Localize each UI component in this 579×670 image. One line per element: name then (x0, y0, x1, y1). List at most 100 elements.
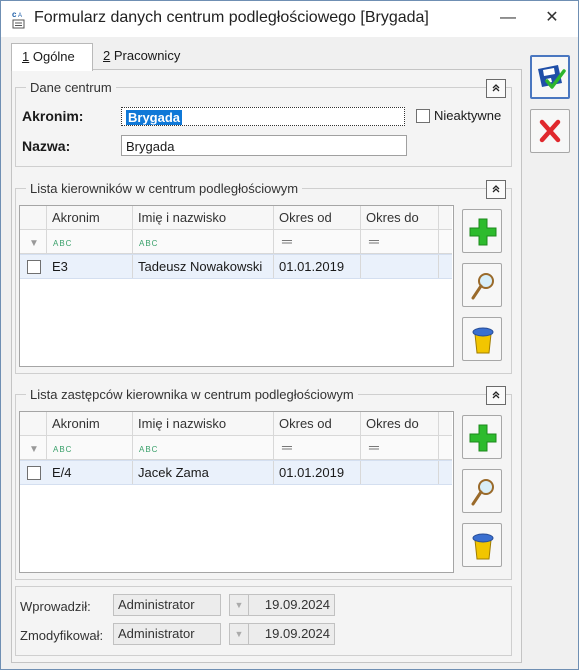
kierownicy-grid: Akronim Imię i nazwisko Okres od Okres d… (19, 205, 454, 367)
magnifier-icon (471, 273, 494, 300)
double-chevron-up-icon (492, 185, 500, 193)
close-icon[interactable]: ✕ (540, 7, 564, 29)
zmodyfikowal-label: Zmodyfikował: (20, 628, 104, 643)
tab-content-ogolne: Dane centrum Akronim: Brygada Nieaktywne… (11, 69, 522, 663)
cancel-button[interactable] (530, 109, 570, 153)
double-chevron-up-icon (492, 84, 500, 92)
filter-funnel-icon[interactable]: ▼ (20, 436, 47, 459)
equals-filter-icon: ═ (282, 233, 292, 249)
filter-okres-od[interactable]: ═ (274, 436, 361, 459)
filter-imie[interactable]: ABC (133, 230, 274, 253)
trash-icon (472, 327, 494, 354)
group-kierownicy-title: Lista kierowników w centrum podległościo… (26, 181, 303, 196)
cell-okres-od: 01.01.2019 (274, 461, 361, 484)
nieaktywne-label: Nieaktywne (434, 108, 502, 123)
nazwa-label: Nazwa: (22, 138, 71, 154)
add-kierownik-button[interactable] (462, 209, 502, 253)
header-scroll-corner (438, 412, 452, 435)
wprowadzil-label: Wprowadził: (20, 599, 91, 614)
cell-okres-od: 01.01.2019 (274, 255, 361, 278)
header-imie[interactable]: Imię i nazwisko (133, 412, 274, 435)
group-audit: Wprowadził: Administrator ▼ 19.09.2024 Z… (15, 586, 512, 656)
header-select-cell (20, 412, 47, 435)
kierownicy-filter-row: ▼ ABC ABC ═ ═ (20, 230, 452, 254)
group-dane-centrum-title: Dane centrum (26, 80, 116, 95)
header-okres-od[interactable]: Okres od (274, 206, 361, 229)
abc-filter-icon: ABC (53, 445, 73, 454)
filter-okres-do[interactable]: ═ (361, 436, 439, 459)
tab-pracownicy[interactable]: 2 Pracownicy (93, 43, 190, 69)
collapse-dane-centrum-button[interactable] (486, 79, 506, 98)
add-zastepca-button[interactable] (462, 415, 502, 459)
cell-okres-do (361, 255, 439, 278)
save-icon (538, 65, 566, 89)
wprowadzil-user: Administrator (113, 594, 221, 616)
header-okres-od[interactable]: Okres od (274, 412, 361, 435)
filter-okres-do[interactable]: ═ (361, 230, 439, 253)
row-checkbox[interactable] (27, 260, 41, 274)
form-window: c A Formularz danych centrum podległości… (0, 0, 579, 670)
header-okres-do[interactable]: Okres do (361, 412, 439, 435)
row-checkbox[interactable] (27, 466, 41, 480)
tab-ogolne[interactable]: 1 Ogólne (11, 43, 93, 71)
cell-imie: Tadeusz Nowakowski (133, 255, 274, 278)
table-row[interactable]: E/4 Jacek Zama 01.01.2019 (20, 460, 452, 485)
title-bar: c A Formularz danych centrum podległości… (1, 1, 578, 37)
cell-akronim: E3 (47, 255, 133, 278)
wprowadzil-date: ▼ 19.09.2024 (229, 594, 335, 616)
header-imie[interactable]: Imię i nazwisko (133, 206, 274, 229)
filter-imie[interactable]: ABC (133, 436, 274, 459)
minimize-icon[interactable]: — (496, 7, 520, 29)
header-scroll-corner (438, 206, 452, 229)
zmodyfikowal-date-value: 19.09.2024 (264, 626, 330, 641)
trash-icon (472, 533, 494, 560)
nazwa-value: Brygada (126, 139, 175, 154)
wprowadzil-user-value: Administrator (118, 597, 195, 612)
edit-kierownik-button[interactable] (462, 263, 502, 307)
group-dane-centrum: Dane centrum Akronim: Brygada Nieaktywne… (15, 79, 512, 167)
group-kierownicy: Lista kierowników w centrum podległościo… (15, 180, 512, 374)
abc-filter-icon: ABC (139, 445, 159, 454)
zastepcy-grid: Akronim Imię i nazwisko Okres od Okres d… (19, 411, 454, 573)
cell-akronim: E/4 (47, 461, 133, 484)
save-button[interactable] (530, 55, 570, 99)
chevron-down-icon: ▼ (230, 624, 249, 644)
nazwa-input[interactable]: Brygada (121, 135, 407, 156)
delete-zastepca-button[interactable] (462, 523, 502, 567)
kierownicy-header-row: Akronim Imię i nazwisko Okres od Okres d… (20, 206, 452, 230)
filter-funnel-icon[interactable]: ▼ (20, 230, 47, 253)
filter-okres-od[interactable]: ═ (274, 230, 361, 253)
header-okres-do[interactable]: Okres do (361, 206, 439, 229)
akronim-value: Brygada (126, 110, 183, 125)
equals-filter-icon: ═ (369, 439, 379, 455)
magnifier-icon (471, 479, 494, 506)
edit-zastepca-button[interactable] (462, 469, 502, 513)
filter-akronim[interactable]: ABC (47, 436, 133, 459)
abc-filter-icon: ABC (139, 239, 159, 248)
zastepcy-filter-row: ▼ ABC ABC ═ ═ (20, 436, 452, 460)
plus-icon (469, 424, 497, 452)
zmodyfikowal-date: ▼ 19.09.2024 (229, 623, 335, 645)
row-checkbox-cell (20, 255, 47, 278)
header-akronim[interactable]: Akronim (47, 412, 133, 435)
collapse-zastepcy-button[interactable] (486, 386, 506, 405)
svg-text:c: c (12, 10, 17, 19)
nieaktywne-checkbox[interactable] (416, 109, 430, 123)
svg-text:A: A (18, 13, 22, 19)
akronim-label: Akronim: (22, 108, 84, 124)
chevron-down-icon: ▼ (230, 595, 249, 615)
filter-akronim[interactable]: ABC (47, 230, 133, 253)
akronim-input[interactable]: Brygada (121, 107, 405, 126)
delete-kierownik-button[interactable] (462, 317, 502, 361)
table-row[interactable]: E3 Tadeusz Nowakowski 01.01.2019 (20, 254, 452, 279)
equals-filter-icon: ═ (282, 439, 292, 455)
cancel-icon (539, 119, 561, 143)
header-akronim[interactable]: Akronim (47, 206, 133, 229)
window-title: Formularz danych centrum podległościoweg… (34, 9, 429, 26)
tab-pracownicy-label: Pracownicy (110, 48, 181, 63)
tab-ogolne-label: Ogólne (29, 49, 75, 64)
abc-filter-icon: ABC (53, 239, 73, 248)
row-checkbox-cell (20, 461, 47, 484)
cell-okres-do (361, 461, 439, 484)
collapse-kierownicy-button[interactable] (486, 180, 506, 199)
